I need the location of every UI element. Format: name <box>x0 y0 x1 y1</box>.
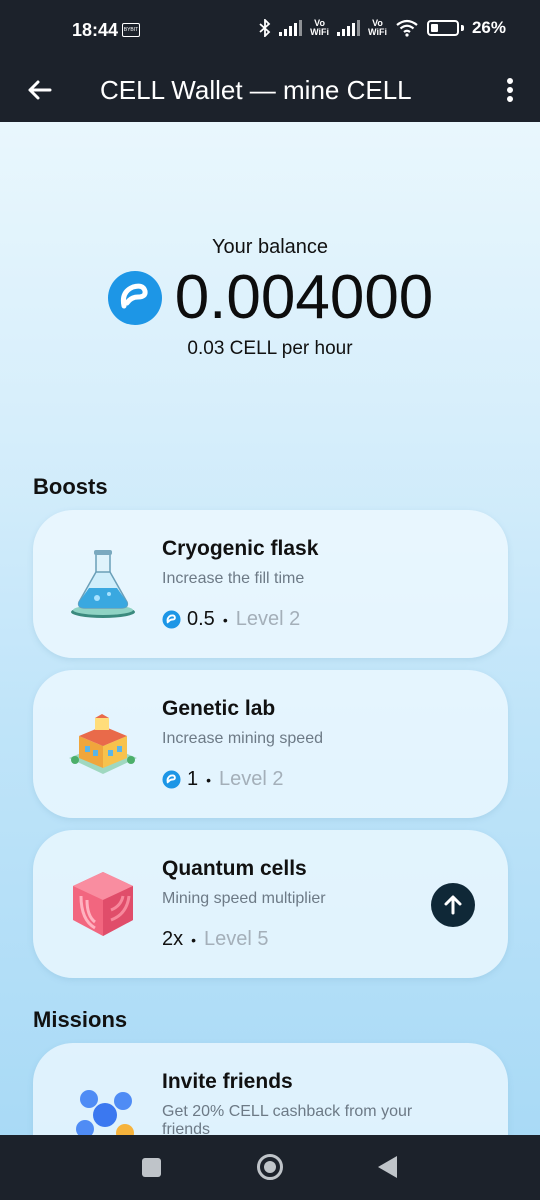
cell-coin-icon <box>162 770 181 789</box>
bybit-notification-icon: BYBIT <box>122 23 140 37</box>
cell-coin-icon <box>162 610 181 629</box>
cell-coin-icon <box>107 271 162 325</box>
bluetooth-icon <box>259 19 271 37</box>
boost-meta: 2x • Level 5 <box>162 928 269 951</box>
lab-building-icon <box>69 714 137 774</box>
status-time: 18:44 <box>72 20 119 40</box>
boost-level: Level 2 <box>235 608 301 630</box>
mission-card-invite-friends[interactable]: Invite friends Get 20% CELL cashback fro… <box>33 1043 508 1135</box>
status-icons: Vo WiFi Vo WiFi 26% <box>259 18 506 38</box>
separator-dot: • <box>206 771 212 788</box>
boost-meta: 1 • Level 2 <box>162 768 284 791</box>
boost-card-quantum-cells[interactable]: Quantum cells Mining speed multiplier 2x… <box>33 830 508 978</box>
page-title: CELL Wallet — mine CELL <box>100 75 412 105</box>
back-arrow-icon[interactable] <box>22 70 62 110</box>
main-content[interactable]: Your balance 0.004000 0.03 CELL per hour… <box>0 122 540 1135</box>
wifi-icon <box>396 19 418 37</box>
boost-level: Level 5 <box>204 928 269 950</box>
boost-level: Level 2 <box>219 768 284 790</box>
balance-value: 0.004000 <box>174 263 434 332</box>
vowifi-2-icon: Vo WiFi <box>368 19 387 37</box>
boost-card-genetic-lab[interactable]: Genetic lab Increase mining speed 1 • Le… <box>33 670 508 818</box>
missions-title: Missions <box>33 1007 128 1032</box>
balance-label: Your balance <box>211 236 329 258</box>
boost-title: Cryogenic flask <box>162 537 319 560</box>
quantum-cube-icon <box>73 872 133 936</box>
signal-1-icon <box>279 20 303 36</box>
recents-icon[interactable] <box>142 1158 161 1177</box>
status-bar: 18:44 BYBIT Vo WiFi Vo WiFi 26% <box>0 0 540 60</box>
battery-icon <box>426 20 459 36</box>
boost-cost: 1 <box>187 768 199 790</box>
home-icon[interactable] <box>257 1154 283 1180</box>
mining-rate: 0.03 CELL per hour <box>187 338 353 359</box>
mission-title: Invite friends <box>162 1070 293 1093</box>
boost-description: Increase the fill time <box>162 570 305 587</box>
boost-card-cryogenic-flask[interactable]: Cryogenic flask Increase the fill time 0… <box>33 510 508 658</box>
nav-back-icon[interactable] <box>378 1156 397 1178</box>
boost-multiplier: 2x <box>162 928 184 950</box>
separator-dot: • <box>222 611 228 628</box>
vowifi-1-bottom: WiFi <box>310 27 330 37</box>
boost-title: Genetic lab <box>162 697 276 720</box>
system-nav-bar <box>0 1135 540 1200</box>
boosts-title: Boosts <box>33 474 108 499</box>
boost-meta: 0.5 • Level 2 <box>162 608 300 631</box>
upgrade-button[interactable] <box>431 883 475 927</box>
boost-description: Mining speed multiplier <box>162 890 326 907</box>
flask-icon <box>71 550 135 618</box>
separator-dot: • <box>191 931 197 948</box>
balance-row: 0.004000 <box>0 263 540 332</box>
boost-description: Increase mining speed <box>162 730 323 747</box>
vowifi-1-icon: Vo WiFi <box>310 19 329 37</box>
boost-title: Quantum cells <box>162 857 307 880</box>
vowifi-2-bottom: WiFi <box>368 27 387 37</box>
boost-cost: 0.5 <box>187 608 215 630</box>
battery-percent: 26% <box>471 18 506 37</box>
signal-2-icon <box>337 20 361 36</box>
app-bar: CELL Wallet — mine CELL <box>0 60 540 122</box>
battery-tip <box>460 25 464 31</box>
more-options-icon[interactable] <box>500 70 520 110</box>
molecule-icon <box>76 1090 134 1135</box>
arrow-up-icon <box>444 895 462 915</box>
mission-description: Get 20% CELL cashback from your friends <box>162 1103 413 1135</box>
